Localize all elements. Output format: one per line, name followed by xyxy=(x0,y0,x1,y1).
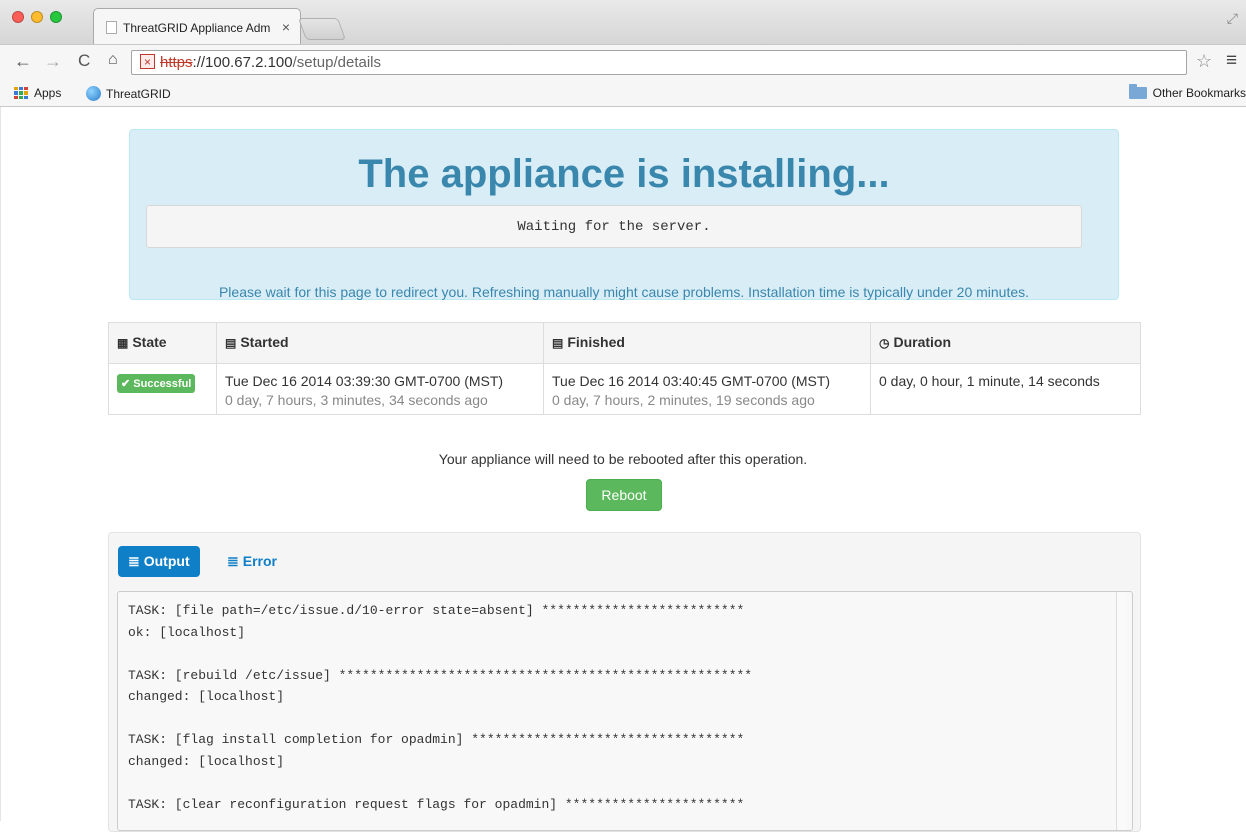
tab-title: ThreatGRID Appliance Adm xyxy=(123,21,271,35)
zoom-window-button[interactable] xyxy=(50,11,62,23)
url-text[interactable]: https://100.67.2.100/setup/details xyxy=(160,54,381,71)
page-icon xyxy=(106,21,117,34)
duration-value: 0 day, 0 hour, 1 minute, 14 seconds xyxy=(879,373,1100,389)
page-title: The appliance is installing... xyxy=(358,152,890,196)
bookmark-threatgrid-label: ThreatGRID xyxy=(106,86,171,101)
finished-ago: 0 day, 7 hours, 2 minutes, 19 seconds ag… xyxy=(552,392,815,408)
duration-cell: 0 day, 0 hour, 1 minute, 14 seconds xyxy=(870,363,1141,415)
job-status-table: ▦ State ▤ Started ▤ Finished ◷ Duration ✔ Su… xyxy=(108,322,1141,415)
fullscreen-icon[interactable]: ⤢ xyxy=(1227,10,1238,27)
calendar-icon: ▤ xyxy=(225,336,237,350)
log-scrollbar[interactable] xyxy=(1116,592,1126,830)
table-header-row: ▦ State ▤ Started ▤ Finished ◷ Duration xyxy=(108,322,1141,364)
reboot-button[interactable]: Reboot xyxy=(586,479,662,511)
bookmark-apps-label: Apps xyxy=(34,86,62,100)
finished-header: ▤ Finished xyxy=(543,322,871,364)
tab-error[interactable]: ≣ Error xyxy=(217,546,287,577)
log-output[interactable]: TASK: [file path=/etc/issue.d/10-error s… xyxy=(117,591,1133,831)
clock-icon: ◷ xyxy=(879,336,890,350)
browser-titlebar: ThreatGRID Appliance Adm × ⤢ xyxy=(0,0,1246,44)
page-content: The appliance is installing... Waiting f… xyxy=(0,107,1246,832)
bookmark-threatgrid[interactable]: ThreatGRID xyxy=(86,86,171,101)
calendar-icon: ▤ xyxy=(552,336,564,350)
insecure-lock-icon[interactable]: × xyxy=(140,54,155,69)
started-cell: Tue Dec 16 2014 03:39:30 GMT-0700 (MST) … xyxy=(216,363,544,415)
forward-arrow-icon[interactable]: → xyxy=(44,51,62,72)
other-bookmarks-label: Other Bookmarks xyxy=(1152,86,1246,100)
finished-cell: Tue Dec 16 2014 03:40:45 GMT-0700 (MST) … xyxy=(543,363,871,415)
close-window-button[interactable] xyxy=(12,11,24,23)
home-icon[interactable]: ⌂ xyxy=(108,51,118,69)
address-bar[interactable]: × https://100.67.2.100/setup/details xyxy=(131,50,1187,75)
state-header: ▦ State xyxy=(108,322,217,364)
other-bookmarks[interactable]: Other Bookmarks xyxy=(1128,84,1246,100)
redirect-note: Please wait for this page to redirect yo… xyxy=(218,284,1030,300)
url-path: /setup/details xyxy=(292,54,382,71)
started-ago: 0 day, 7 hours, 3 minutes, 34 seconds ag… xyxy=(225,392,488,408)
url-host: ://100.67.2.100 xyxy=(192,54,293,71)
new-tab-button[interactable] xyxy=(297,18,347,40)
browser-toolbar: ← → C ⌂ × https://100.67.2.100/setup/det… xyxy=(0,44,1246,81)
state-cell: ✔ Successful xyxy=(108,363,217,415)
reboot-message: Your appliance will need to be rebooted … xyxy=(438,451,808,467)
page-edge xyxy=(0,107,1,821)
back-arrow-icon[interactable]: ← xyxy=(14,51,32,72)
tab-output[interactable]: ≣ Output xyxy=(118,546,200,577)
folder-icon xyxy=(1128,84,1147,99)
grid-icon: ▦ xyxy=(117,336,129,350)
list-lines-icon: ≣ xyxy=(227,553,239,569)
table-row: ✔ Successful Tue Dec 16 2014 03:39:30 GM… xyxy=(108,363,1141,415)
finished-time: Tue Dec 16 2014 03:40:45 GMT-0700 (MST) xyxy=(552,373,831,389)
install-alert: The appliance is installing... Waiting f… xyxy=(129,129,1119,300)
bookmark-star-icon[interactable]: ☆ xyxy=(1196,51,1212,72)
log-panel: ≣ Output ≣ Error TASK: [file path=/etc/iss… xyxy=(108,532,1141,832)
url-scheme: https xyxy=(160,54,193,71)
bookmark-apps[interactable]: Apps xyxy=(14,86,61,100)
started-time: Tue Dec 16 2014 03:39:30 GMT-0700 (MST) xyxy=(225,373,504,389)
apps-grid-icon xyxy=(14,87,28,99)
bookmarks-bar: Apps ThreatGRID Other Bookmarks xyxy=(0,80,1246,107)
tab-close-icon[interactable]: × xyxy=(282,19,290,35)
status-badge: ✔ Successful xyxy=(117,374,196,393)
list-lines-icon: ≣ xyxy=(128,553,140,569)
browser-tab[interactable]: ThreatGRID Appliance Adm × xyxy=(93,8,301,44)
minimize-window-button[interactable] xyxy=(31,11,43,23)
log-text: TASK: [file path=/etc/issue.d/10-error s… xyxy=(128,603,753,812)
server-status: Waiting for the server. xyxy=(146,205,1082,248)
duration-header: ◷ Duration xyxy=(870,322,1141,364)
reload-icon[interactable]: C xyxy=(78,51,90,71)
threatgrid-icon xyxy=(86,86,101,101)
hamburger-menu-icon[interactable]: ≡ xyxy=(1226,50,1237,72)
started-header: ▤ Started xyxy=(216,322,544,364)
